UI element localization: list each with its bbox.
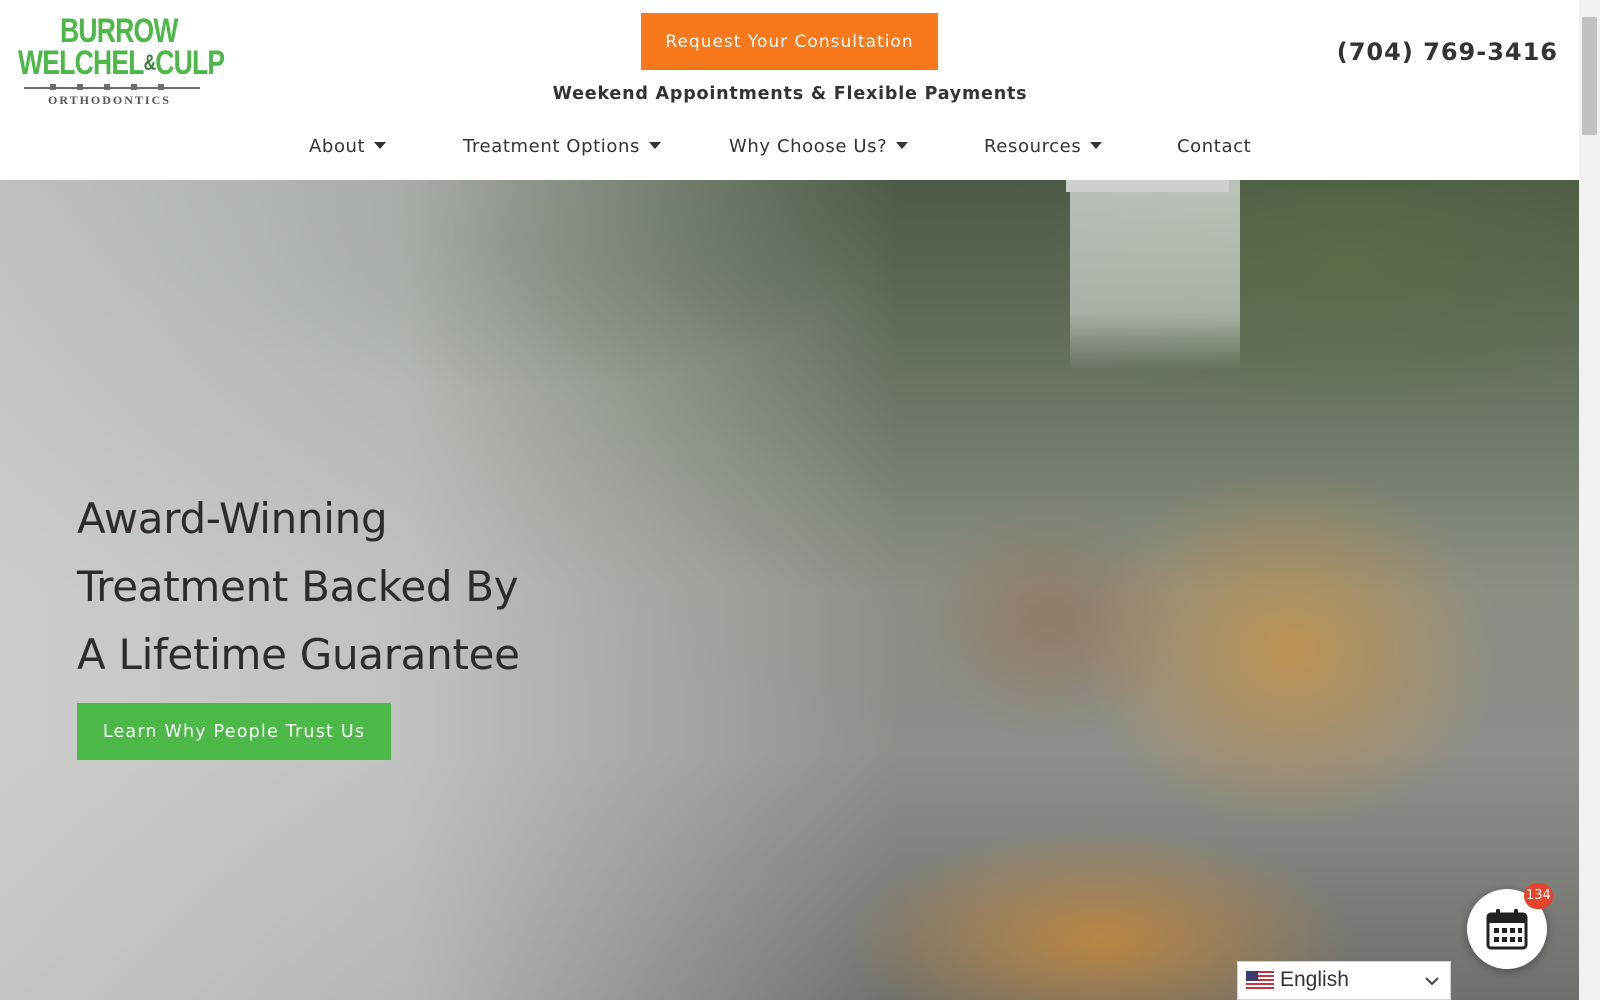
logo-culp: CULP <box>155 44 225 82</box>
chevron-down-icon <box>1425 977 1439 986</box>
hero-headline: Award-Winning Treatment Backed By A Life… <box>77 485 520 689</box>
caret-down-icon <box>648 142 661 149</box>
notification-badge: 134 <box>1524 883 1553 909</box>
language-label: English <box>1280 968 1349 991</box>
caret-down-icon <box>896 142 909 149</box>
logo-subtitle: ORTHODONTICS <box>48 93 171 107</box>
caret-down-icon <box>374 142 387 149</box>
caret-down-icon <box>1090 142 1103 149</box>
nav-item-why-choose-us[interactable]: Why Choose Us? <box>729 136 909 157</box>
site-header: BURROW WELCHEL&CULP ORTHODONTICS Request… <box>0 0 1579 119</box>
nav-item-treatment-options[interactable]: Treatment Options <box>463 136 661 157</box>
learn-why-button[interactable]: Learn Why People Trust Us <box>77 703 391 760</box>
logo-welchel: WELCHEL <box>18 44 144 82</box>
scrollbar-thumb[interactable] <box>1582 17 1597 135</box>
us-flag-icon <box>1246 971 1274 991</box>
nav-item-about[interactable]: About <box>309 136 387 157</box>
calendar-icon <box>1486 909 1528 950</box>
hero-photo-background <box>1070 180 1240 370</box>
request-consultation-button[interactable]: Request Your Consultation <box>641 13 938 70</box>
hero-headline-line: Treatment Backed By <box>77 562 519 611</box>
logo-line-names: WELCHEL&CULP <box>18 44 225 82</box>
header-tagline: Weekend Appointments & Flexible Payments <box>552 84 1028 104</box>
language-selector[interactable]: English <box>1237 961 1451 1000</box>
logo-line-burrow: BURROW <box>60 12 178 50</box>
nav-item-label: Treatment Options <box>463 136 640 157</box>
hero-banner: Award-Winning Treatment Backed By A Life… <box>0 180 1579 1000</box>
nav-item-label: About <box>309 136 366 157</box>
main-navigation: About Treatment Options Why Choose Us? R… <box>0 118 1579 180</box>
nav-item-label: Why Choose Us? <box>729 136 888 157</box>
hero-headline-line: A Lifetime Guarantee <box>77 630 520 679</box>
logo-ampersand: & <box>143 50 156 75</box>
logo-divider <box>24 83 200 93</box>
nav-item-label: Contact <box>1177 136 1252 157</box>
site-logo[interactable]: BURROW WELCHEL&CULP ORTHODONTICS <box>18 12 225 107</box>
hero-photo-edge <box>1066 180 1229 192</box>
phone-number-link[interactable]: (704) 769-3416 <box>1337 38 1558 66</box>
page-scrollbar[interactable] <box>1579 0 1600 1000</box>
nav-item-resources[interactable]: Resources <box>984 136 1103 157</box>
nav-item-contact[interactable]: Contact <box>1177 136 1251 157</box>
hero-headline-line: Award-Winning <box>77 494 388 543</box>
nav-item-label: Resources <box>984 136 1082 157</box>
